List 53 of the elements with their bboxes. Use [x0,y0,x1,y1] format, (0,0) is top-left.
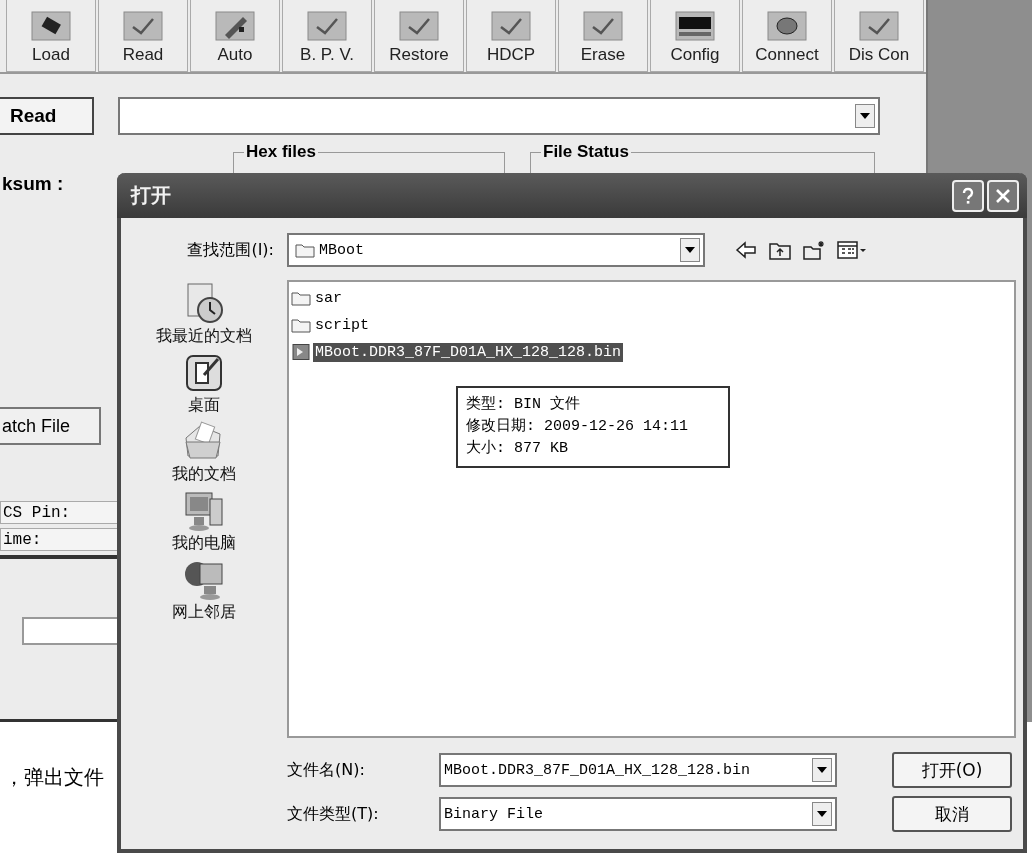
help-button[interactable] [952,179,984,212]
look-in-label: 查找范围(I): [186,239,274,261]
pen-icon [215,11,255,41]
places-item[interactable]: 我最近的文档 [134,282,274,347]
document-text: ，弹出文件 [4,764,104,791]
dialog-button[interactable]: 打开(O) [892,752,1012,788]
toolbar-button[interactable]: Erase [558,0,648,72]
computer-icon [182,489,226,533]
tooltip-line: 类型: BIN 文件 [466,394,581,415]
places-item[interactable]: 网上邻居 [134,558,274,623]
file-icon [291,344,311,360]
dialog-button[interactable]: 取消 [892,796,1012,832]
file-name-label: 文件名(N): [287,759,366,781]
checksum-label: ksum : [2,173,65,195]
new-folder-icon[interactable] [803,240,825,260]
check-icon [307,11,347,41]
toolbar-button[interactable]: Connect [742,0,832,72]
status-field: CS Pin: [0,501,120,524]
file-name-field[interactable]: MBoot.DDR3_87F_D01A_HX_128_128.bin [439,753,837,787]
tooltip-line: 大小: 877 KB [466,438,569,459]
toolbar-button[interactable]: Auto [190,0,280,72]
toolbar-button[interactable]: Config [650,0,740,72]
view-menu-icon[interactable] [837,240,867,260]
file-item[interactable]: sar [291,288,1012,308]
file-combobox[interactable] [118,97,880,135]
toolbar-button[interactable]: Load [6,0,96,72]
file-item[interactable]: MBoot.DDR3_87F_D01A_HX_128_128.bin [291,342,1012,362]
toolbar-button[interactable]: B. P. V. [282,0,372,72]
places-item[interactable]: 我的文档 [134,420,274,485]
folder-icon [291,290,311,306]
file-item[interactable]: script [291,315,1012,335]
up-folder-icon[interactable] [769,240,791,260]
window-title: 打开 [131,182,171,209]
monitor-icon [675,11,715,41]
tooltip-line: 修改日期: 2009-12-26 14:11 [466,416,690,437]
folder-icon [295,242,315,258]
back-arrow-icon[interactable] [735,240,757,260]
batch-file-button[interactable]: atch File [0,407,101,445]
toolbar-button[interactable]: Restore [374,0,464,72]
chip-icon [31,11,71,41]
places-item[interactable]: 桌面 [134,351,274,416]
toolbar-button[interactable]: HDCP [466,0,556,72]
close-button[interactable] [987,179,1019,212]
places-item[interactable]: 我的电脑 [134,489,274,554]
file-type-dropdown[interactable]: Binary File [439,797,837,831]
look-in-dropdown[interactable]: MBoot [287,233,705,267]
toolbar-button[interactable]: Read [98,0,188,72]
folder-icon [291,317,311,333]
check-icon [123,11,163,41]
file-type-label: 文件类型(T): [287,803,380,825]
status-field: ime: [0,528,120,551]
toolbar-button[interactable]: Dis Con [834,0,924,72]
read-button[interactable]: Read [0,97,94,135]
